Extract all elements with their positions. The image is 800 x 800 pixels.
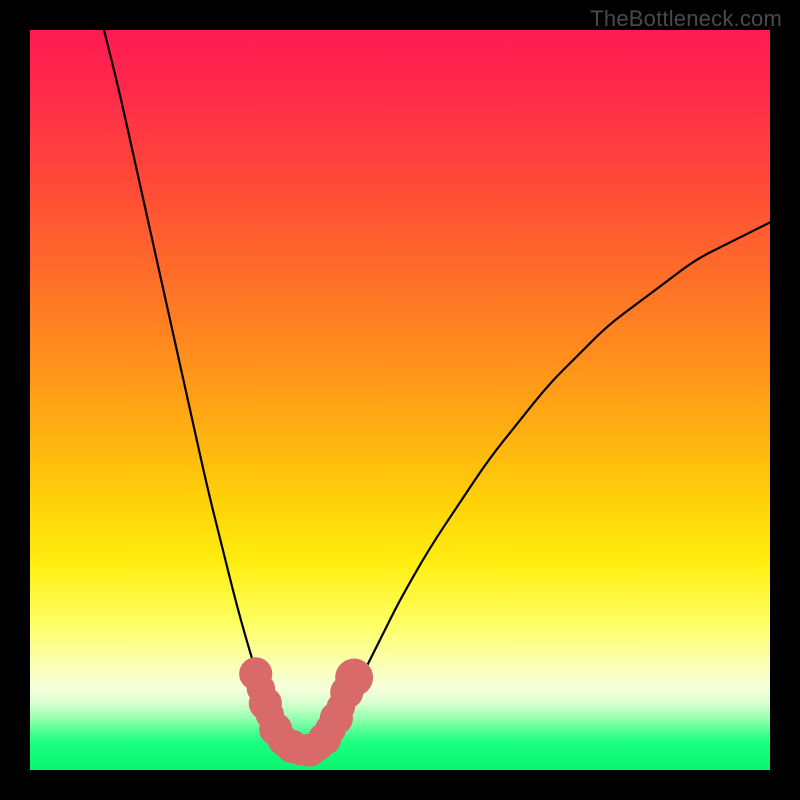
watermark-label: TheBottleneck.com xyxy=(590,6,782,32)
marker-dot xyxy=(335,659,373,697)
chart-frame: TheBottleneck.com xyxy=(0,0,800,800)
curve-left xyxy=(104,30,282,740)
plot-area xyxy=(30,30,770,770)
markers-group xyxy=(239,657,373,766)
curves-svg xyxy=(30,30,770,770)
curve-right xyxy=(326,222,770,740)
curve-right-path xyxy=(326,222,770,740)
curve-left-path xyxy=(104,30,282,740)
